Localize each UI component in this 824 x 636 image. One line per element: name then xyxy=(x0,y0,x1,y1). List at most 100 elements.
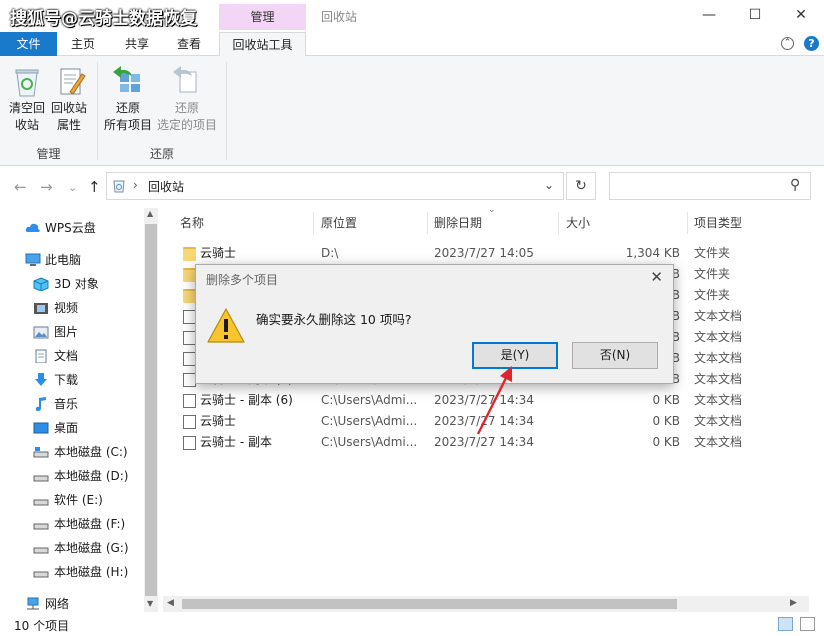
nav-item-network[interactable]: 网络 xyxy=(0,593,144,615)
tab-home[interactable]: 主页 xyxy=(60,32,106,56)
nav-item-drive-e[interactable]: 软件 (E:) xyxy=(0,489,144,511)
document-icon xyxy=(35,349,47,363)
cell-type: 文本文档 xyxy=(694,330,743,344)
breadcrumb-chevron: › xyxy=(133,178,138,192)
nav-item-pictures[interactable]: 图片 xyxy=(0,321,144,343)
horizontal-scrollbar-thumb[interactable] xyxy=(182,599,677,609)
restore-selected-icon xyxy=(173,66,197,93)
button-label: 所有项目 xyxy=(103,118,152,132)
nav-item-drive-g[interactable]: 本地磁盘 (G:) xyxy=(0,537,144,559)
large-icons-view-icon[interactable] xyxy=(800,617,815,631)
column-header-name[interactable]: 名称 xyxy=(180,212,308,234)
maximize-button[interactable]: ☐ xyxy=(732,0,778,30)
cell-location: C:\Users\Admi... xyxy=(321,414,417,428)
column-header-type[interactable]: 项目类型 xyxy=(694,212,804,234)
back-button[interactable]: ← xyxy=(14,178,27,196)
nav-label: 图片 xyxy=(54,325,79,339)
nav-item-documents[interactable]: 文档 xyxy=(0,345,144,367)
column-header-date-deleted[interactable]: 删除日期 xyxy=(434,212,554,234)
cell-type: 文本文档 xyxy=(694,309,743,323)
restore-all-icon xyxy=(113,66,140,92)
nav-item-drive-d[interactable]: 本地磁盘 (D:) xyxy=(0,465,144,487)
drive-icon xyxy=(33,571,49,578)
help-icon[interactable]: ? xyxy=(804,36,819,51)
nav-item-videos[interactable]: 视频 xyxy=(0,297,144,319)
folder-icon xyxy=(183,247,196,261)
cell-type: 文本文档 xyxy=(694,435,743,449)
address-dropdown-button[interactable]: ⌄ xyxy=(544,178,554,192)
nav-item-wps-cloud[interactable]: WPS云盘 xyxy=(0,217,144,239)
cell-size: 0 KB xyxy=(652,393,680,407)
item-count: 10 个项目 xyxy=(14,619,70,633)
nav-item-desktop[interactable]: 桌面 xyxy=(0,417,144,439)
button-label: 还原 xyxy=(115,101,140,115)
nav-label: 本地磁盘 (D:) xyxy=(54,469,129,483)
nav-scrollbar-thumb[interactable] xyxy=(145,224,157,596)
nav-item-drive-h[interactable]: 本地磁盘 (H:) xyxy=(0,561,144,583)
nav-label: 音乐 xyxy=(54,397,79,411)
nav-item-3d-objects[interactable]: 3D 对象 xyxy=(0,273,144,295)
cell-size: 0 KB xyxy=(652,435,680,449)
tab-recycle-bin-tools[interactable]: 回收站工具 xyxy=(219,32,306,57)
cell-type: 文本文档 xyxy=(694,393,743,407)
nav-item-drive-c[interactable]: 本地磁盘 (C:) xyxy=(0,441,144,463)
forward-button[interactable]: → xyxy=(40,178,53,196)
nav-label: 本地磁盘 (G:) xyxy=(54,541,129,555)
nav-label: 软件 (E:) xyxy=(54,493,103,507)
scroll-up-icon[interactable]: ▲ xyxy=(147,209,153,218)
tab-file[interactable]: 文件 xyxy=(0,32,57,56)
cell-type: 文件夹 xyxy=(694,267,731,281)
tab-share[interactable]: 共享 xyxy=(114,32,160,56)
cell-name: 云骑士 xyxy=(200,414,237,428)
dialog-close-button[interactable]: ✕ xyxy=(650,268,663,286)
dialog-title: 删除多个项目 xyxy=(206,273,279,287)
search-icon: ⚲ xyxy=(790,177,801,193)
nav-label: 本地磁盘 (H:) xyxy=(54,565,129,579)
nav-label: 此电脑 xyxy=(45,253,82,267)
button-label: 选定的项目 xyxy=(156,118,217,132)
restore-selected-button[interactable]: 还原 选定的项目 xyxy=(154,100,220,134)
nav-item-drive-f[interactable]: 本地磁盘 (F:) xyxy=(0,513,144,535)
column-separator[interactable] xyxy=(427,212,428,234)
nav-label: 桌面 xyxy=(54,421,79,435)
empty-recycle-bin-button[interactable]: 清空回 收站 xyxy=(6,100,48,134)
download-icon xyxy=(35,373,47,386)
tab-view[interactable]: 查看 xyxy=(166,32,212,56)
column-separator[interactable] xyxy=(687,212,688,234)
restore-all-button[interactable]: 还原 所有项目 xyxy=(100,100,156,134)
scroll-left-icon[interactable]: ◀ xyxy=(167,598,174,608)
ribbon-separator xyxy=(226,62,227,160)
recycle-bin-properties-button[interactable]: 回收站 属性 xyxy=(48,100,90,134)
column-header-location[interactable]: 原位置 xyxy=(321,212,425,234)
cell-date: 2023/7/27 14:05 xyxy=(434,246,534,260)
collapse-ribbon-icon[interactable]: ⌃ xyxy=(781,37,794,50)
nav-item-downloads[interactable]: 下载 xyxy=(0,369,144,391)
recent-locations-button[interactable]: ⌄ xyxy=(68,181,77,194)
cell-type: 文件夹 xyxy=(694,288,731,302)
column-header-size[interactable]: 大小 xyxy=(566,212,684,234)
close-button[interactable]: ✕ xyxy=(778,0,824,30)
column-separator[interactable] xyxy=(558,212,559,234)
nav-item-this-pc[interactable]: 此电脑 xyxy=(0,249,144,271)
computer-icon xyxy=(25,253,41,266)
cell-location: C:\Users\Admi... xyxy=(321,435,417,449)
scroll-right-icon[interactable]: ▶ xyxy=(790,598,797,608)
scroll-down-icon[interactable]: ▼ xyxy=(147,599,153,608)
details-view-icon[interactable] xyxy=(778,617,793,631)
search-input[interactable] xyxy=(609,172,811,200)
cell-location: C:\Users\Admi... xyxy=(321,393,417,407)
up-button[interactable]: ↑ xyxy=(88,178,101,196)
cell-type: 文本文档 xyxy=(694,372,743,386)
watermark: 搜狐号@云骑士数据恢复 xyxy=(10,9,197,29)
cloud-icon xyxy=(25,223,40,232)
refresh-button[interactable]: ↻ xyxy=(566,172,596,200)
drive-icon xyxy=(33,475,49,482)
recycle-bin-icon xyxy=(113,180,125,193)
no-button[interactable]: 否(N) xyxy=(572,342,658,369)
nav-item-music[interactable]: 音乐 xyxy=(0,393,144,415)
nav-label: 3D 对象 xyxy=(54,277,99,291)
minimize-button[interactable]: — xyxy=(686,0,732,30)
breadcrumb[interactable]: 回收站 xyxy=(148,178,184,195)
ribbon-group-restore: 还原 xyxy=(149,147,174,161)
column-separator[interactable] xyxy=(313,212,314,234)
